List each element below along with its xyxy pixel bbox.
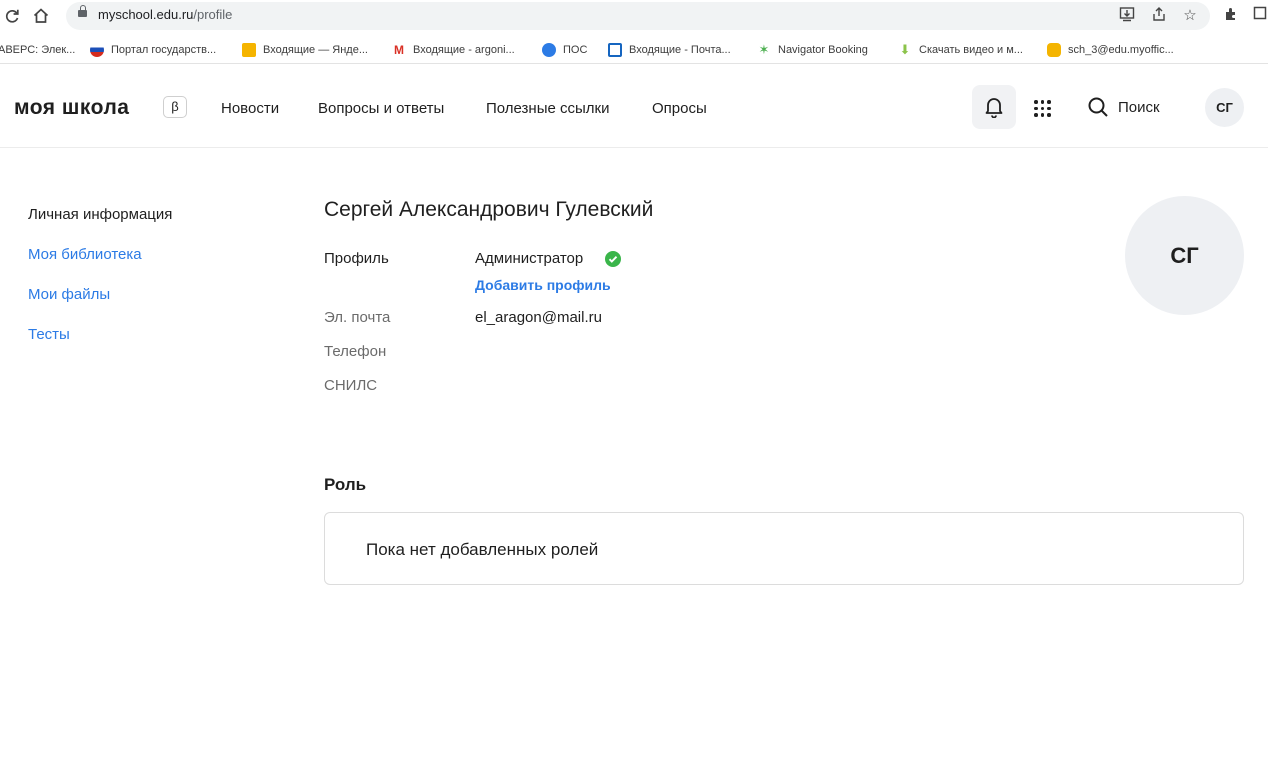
gmail-icon: M <box>392 43 406 57</box>
flag-icon <box>90 43 104 57</box>
sidepanel-icon[interactable] <box>1250 6 1268 26</box>
roles-title: Роль <box>324 475 367 494</box>
nav-links[interactable]: Полезные ссылки <box>486 100 610 117</box>
reload-icon[interactable] <box>2 6 22 26</box>
search-button[interactable]: Поиск <box>1087 94 1160 120</box>
bookmark-item[interactable]: Входящие — Янде... <box>242 41 368 59</box>
site-logo[interactable]: моя школа <box>14 96 129 120</box>
bookmark-item[interactable]: ПОС <box>542 41 587 59</box>
browser-toolbar: myschool.edu.ru/profile ☆ <box>0 0 1268 33</box>
lock-icon <box>78 5 87 17</box>
install-icon[interactable] <box>1117 6 1137 26</box>
roles-empty-text: Пока нет добавленных ролей <box>366 540 599 559</box>
bookmark-item[interactable]: АВЕРС: Элек... <box>0 41 75 59</box>
apps-grid-icon[interactable] <box>1030 96 1054 120</box>
nav-faq[interactable]: Вопросы и ответы <box>318 100 444 117</box>
email-label: Эл. почта <box>324 309 391 326</box>
beta-badge: β <box>163 96 187 118</box>
snils-label: СНИЛС <box>324 377 378 394</box>
mail-icon <box>608 43 622 57</box>
bookmark-item[interactable]: ⬇ Скачать видео и м... <box>898 41 1023 59</box>
sidebar-item-files[interactable]: Мои файлы <box>28 286 110 303</box>
address-bar[interactable] <box>66 2 1210 30</box>
page-title: Сергей Александрович Гулевский <box>324 198 654 221</box>
site-header: моя школа β Новости Вопросы и ответы Пол… <box>0 69 1268 148</box>
bookmark-item[interactable]: M Входящие - argoni... <box>392 41 515 59</box>
yandex-mail-icon <box>242 43 256 57</box>
nav-polls[interactable]: Опросы <box>652 100 707 117</box>
star-icon[interactable]: ☆ <box>1180 6 1200 26</box>
profile-value: Администратор <box>475 250 584 267</box>
bookmark-item[interactable]: Портал государств... <box>90 41 216 59</box>
profile-label: Профиль <box>324 250 389 267</box>
sidebar-item-personal-info[interactable]: Личная информация <box>28 206 172 223</box>
bookmark-item[interactable]: sch_3@edu.myoffic... <box>1047 41 1174 59</box>
search-icon <box>1088 97 1108 117</box>
search-label: Поиск <box>1118 98 1160 116</box>
nav-news[interactable]: Новости <box>221 100 279 117</box>
home-icon[interactable] <box>31 6 51 26</box>
address-bar-url[interactable]: myschool.edu.ru/profile <box>98 7 232 22</box>
sidebar-item-tests[interactable]: Тесты <box>28 326 70 343</box>
bell-icon <box>985 98 1003 118</box>
user-avatar[interactable]: СГ <box>1205 88 1244 127</box>
profile-avatar[interactable]: СГ <box>1125 196 1244 315</box>
extensions-icon[interactable] <box>1221 6 1241 26</box>
bookmark-item[interactable]: ✶ Navigator Booking <box>757 41 868 59</box>
phone-label: Телефон <box>324 343 387 360</box>
roles-panel: Пока нет добавленных ролей <box>324 512 1244 585</box>
email-value: el_aragon@mail.ru <box>475 309 602 326</box>
add-profile-link[interactable]: Добавить профиль <box>475 277 611 293</box>
notifications-button[interactable] <box>972 85 1016 129</box>
bookmark-item[interactable]: Входящие - Почта... <box>608 41 731 59</box>
verified-check-icon <box>605 251 621 267</box>
download-icon: ⬇ <box>898 42 912 57</box>
share-icon[interactable] <box>1149 6 1169 26</box>
myoffice-icon <box>1047 43 1061 57</box>
sidebar-item-library[interactable]: Моя библиотека <box>28 246 142 263</box>
navigator-icon: ✶ <box>757 42 771 57</box>
pos-icon <box>542 43 556 57</box>
bookmarks-bar: АВЕРС: Элек... Портал государств... Вход… <box>0 37 1268 64</box>
